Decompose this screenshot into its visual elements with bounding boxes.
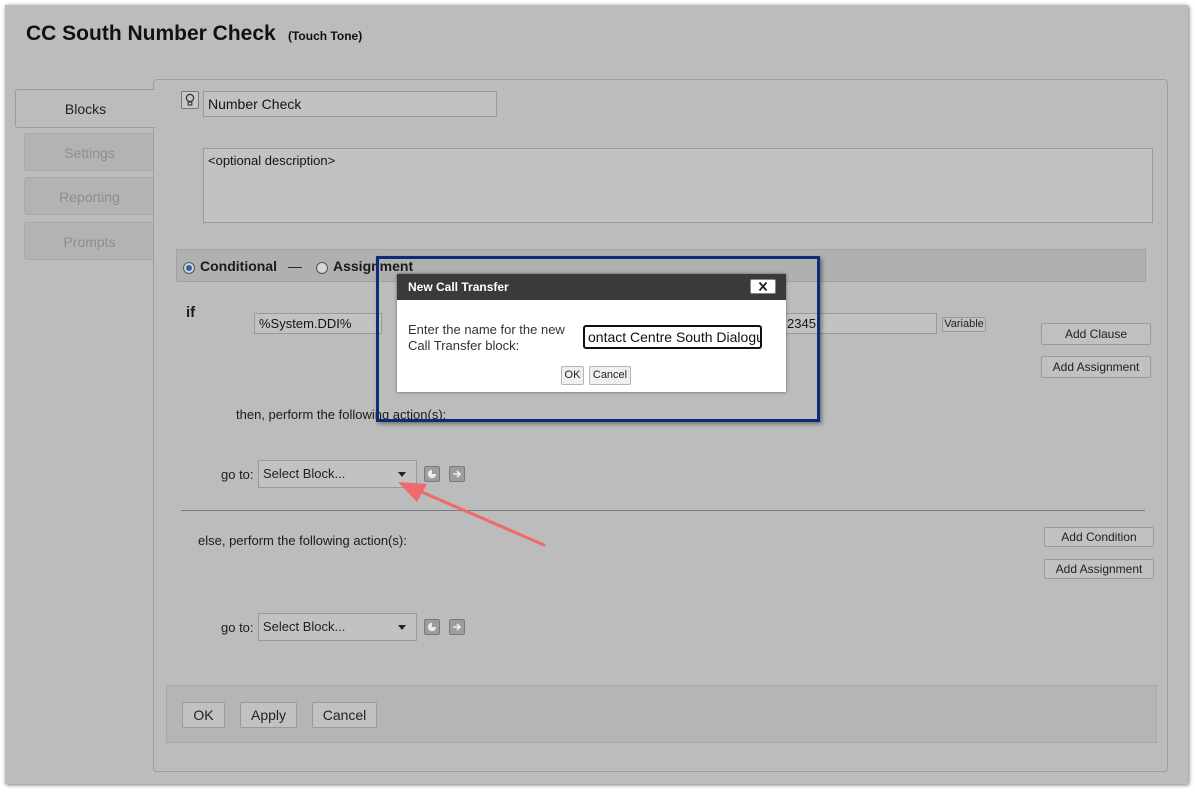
annotation-arrow: [398, 482, 546, 547]
app-window: CC South Number Check (Touch Tone) Block…: [5, 5, 1188, 784]
